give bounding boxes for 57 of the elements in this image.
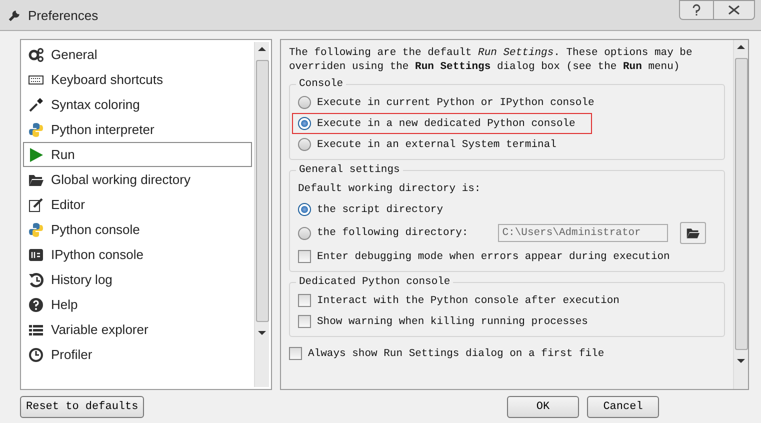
group-title: Dedicated Python console xyxy=(296,276,454,288)
python-logo-icon xyxy=(28,222,44,238)
help-icon xyxy=(692,4,701,16)
sidebar-item[interactable]: Syntax coloring xyxy=(23,92,252,117)
option-label: the following directory: xyxy=(317,227,468,239)
sidebar-item[interactable]: Profiler xyxy=(23,342,252,367)
eyedropper-icon xyxy=(28,96,44,112)
checkbox[interactable] xyxy=(298,294,311,307)
python-logo-icon xyxy=(28,122,44,138)
radio-button[interactable] xyxy=(298,117,311,130)
scrollbar[interactable] xyxy=(254,42,269,387)
sidebar-item[interactable]: Keyboard shortcuts xyxy=(23,67,252,92)
radio-button[interactable] xyxy=(298,138,311,151)
sidebar-item[interactable]: General xyxy=(23,42,252,67)
help-icon xyxy=(28,296,44,312)
radio-button[interactable] xyxy=(298,96,311,109)
scrollbar[interactable] xyxy=(733,40,748,389)
sidebar-item[interactable]: Python interpreter xyxy=(23,117,252,142)
group-title: General settings xyxy=(296,164,403,176)
sidebar-item[interactable]: Global working directory xyxy=(23,167,252,192)
history-icon xyxy=(28,272,44,288)
terminal-icon xyxy=(28,246,44,262)
cancel-button[interactable]: Cancel xyxy=(587,396,659,418)
reset-button[interactable]: Reset to defaults xyxy=(20,396,144,418)
checkbox[interactable] xyxy=(289,347,302,360)
close-button[interactable] xyxy=(713,0,755,20)
help-button[interactable] xyxy=(679,0,713,20)
pencil-icon xyxy=(28,196,44,212)
clock-icon xyxy=(28,346,44,362)
wrench-icon xyxy=(8,8,22,22)
option-label: Show warning when killing running processes xyxy=(317,316,588,328)
intro-text: The following are the default Run Settings. These options may be overriden using the Run Settings dialog box (see the Run menu) xyxy=(289,46,694,74)
sidebar-item[interactable]: Help xyxy=(23,292,252,317)
field-label: Default working directory is: xyxy=(298,182,481,194)
option-label: Always show Run Settings dialog on a first file xyxy=(308,348,604,360)
option-label: Execute in an external System terminal xyxy=(317,138,556,150)
checkbox[interactable] xyxy=(298,250,311,263)
sidebar-item[interactable]: History log xyxy=(23,267,252,292)
option-label: Interact with the Python console after execution xyxy=(317,294,620,306)
sidebar-item[interactable]: Variable explorer xyxy=(23,317,252,342)
option-label: Execute in current Python or IPython console xyxy=(317,96,594,108)
sidebar-item[interactable]: Run xyxy=(23,142,252,167)
close-icon xyxy=(728,5,740,15)
option-label: the script directory xyxy=(317,204,444,216)
ok-button[interactable]: OK xyxy=(507,396,579,418)
sidebar-item[interactable]: Python console xyxy=(23,217,252,242)
browse-button[interactable] xyxy=(680,222,706,244)
option-label: Enter debugging mode when errors appear during execution xyxy=(317,250,670,262)
play-icon xyxy=(28,146,44,162)
window-title: Preferences xyxy=(28,8,100,22)
sidebar-item[interactable]: Editor xyxy=(23,192,252,217)
sidebar-item[interactable]: IPython console xyxy=(23,242,252,267)
radio-button[interactable] xyxy=(298,203,311,216)
checkbox[interactable] xyxy=(298,315,311,328)
folder-icon xyxy=(685,226,702,240)
option-label: Execute in a new dedicated Python console xyxy=(317,118,576,130)
gears-icon xyxy=(28,46,44,62)
